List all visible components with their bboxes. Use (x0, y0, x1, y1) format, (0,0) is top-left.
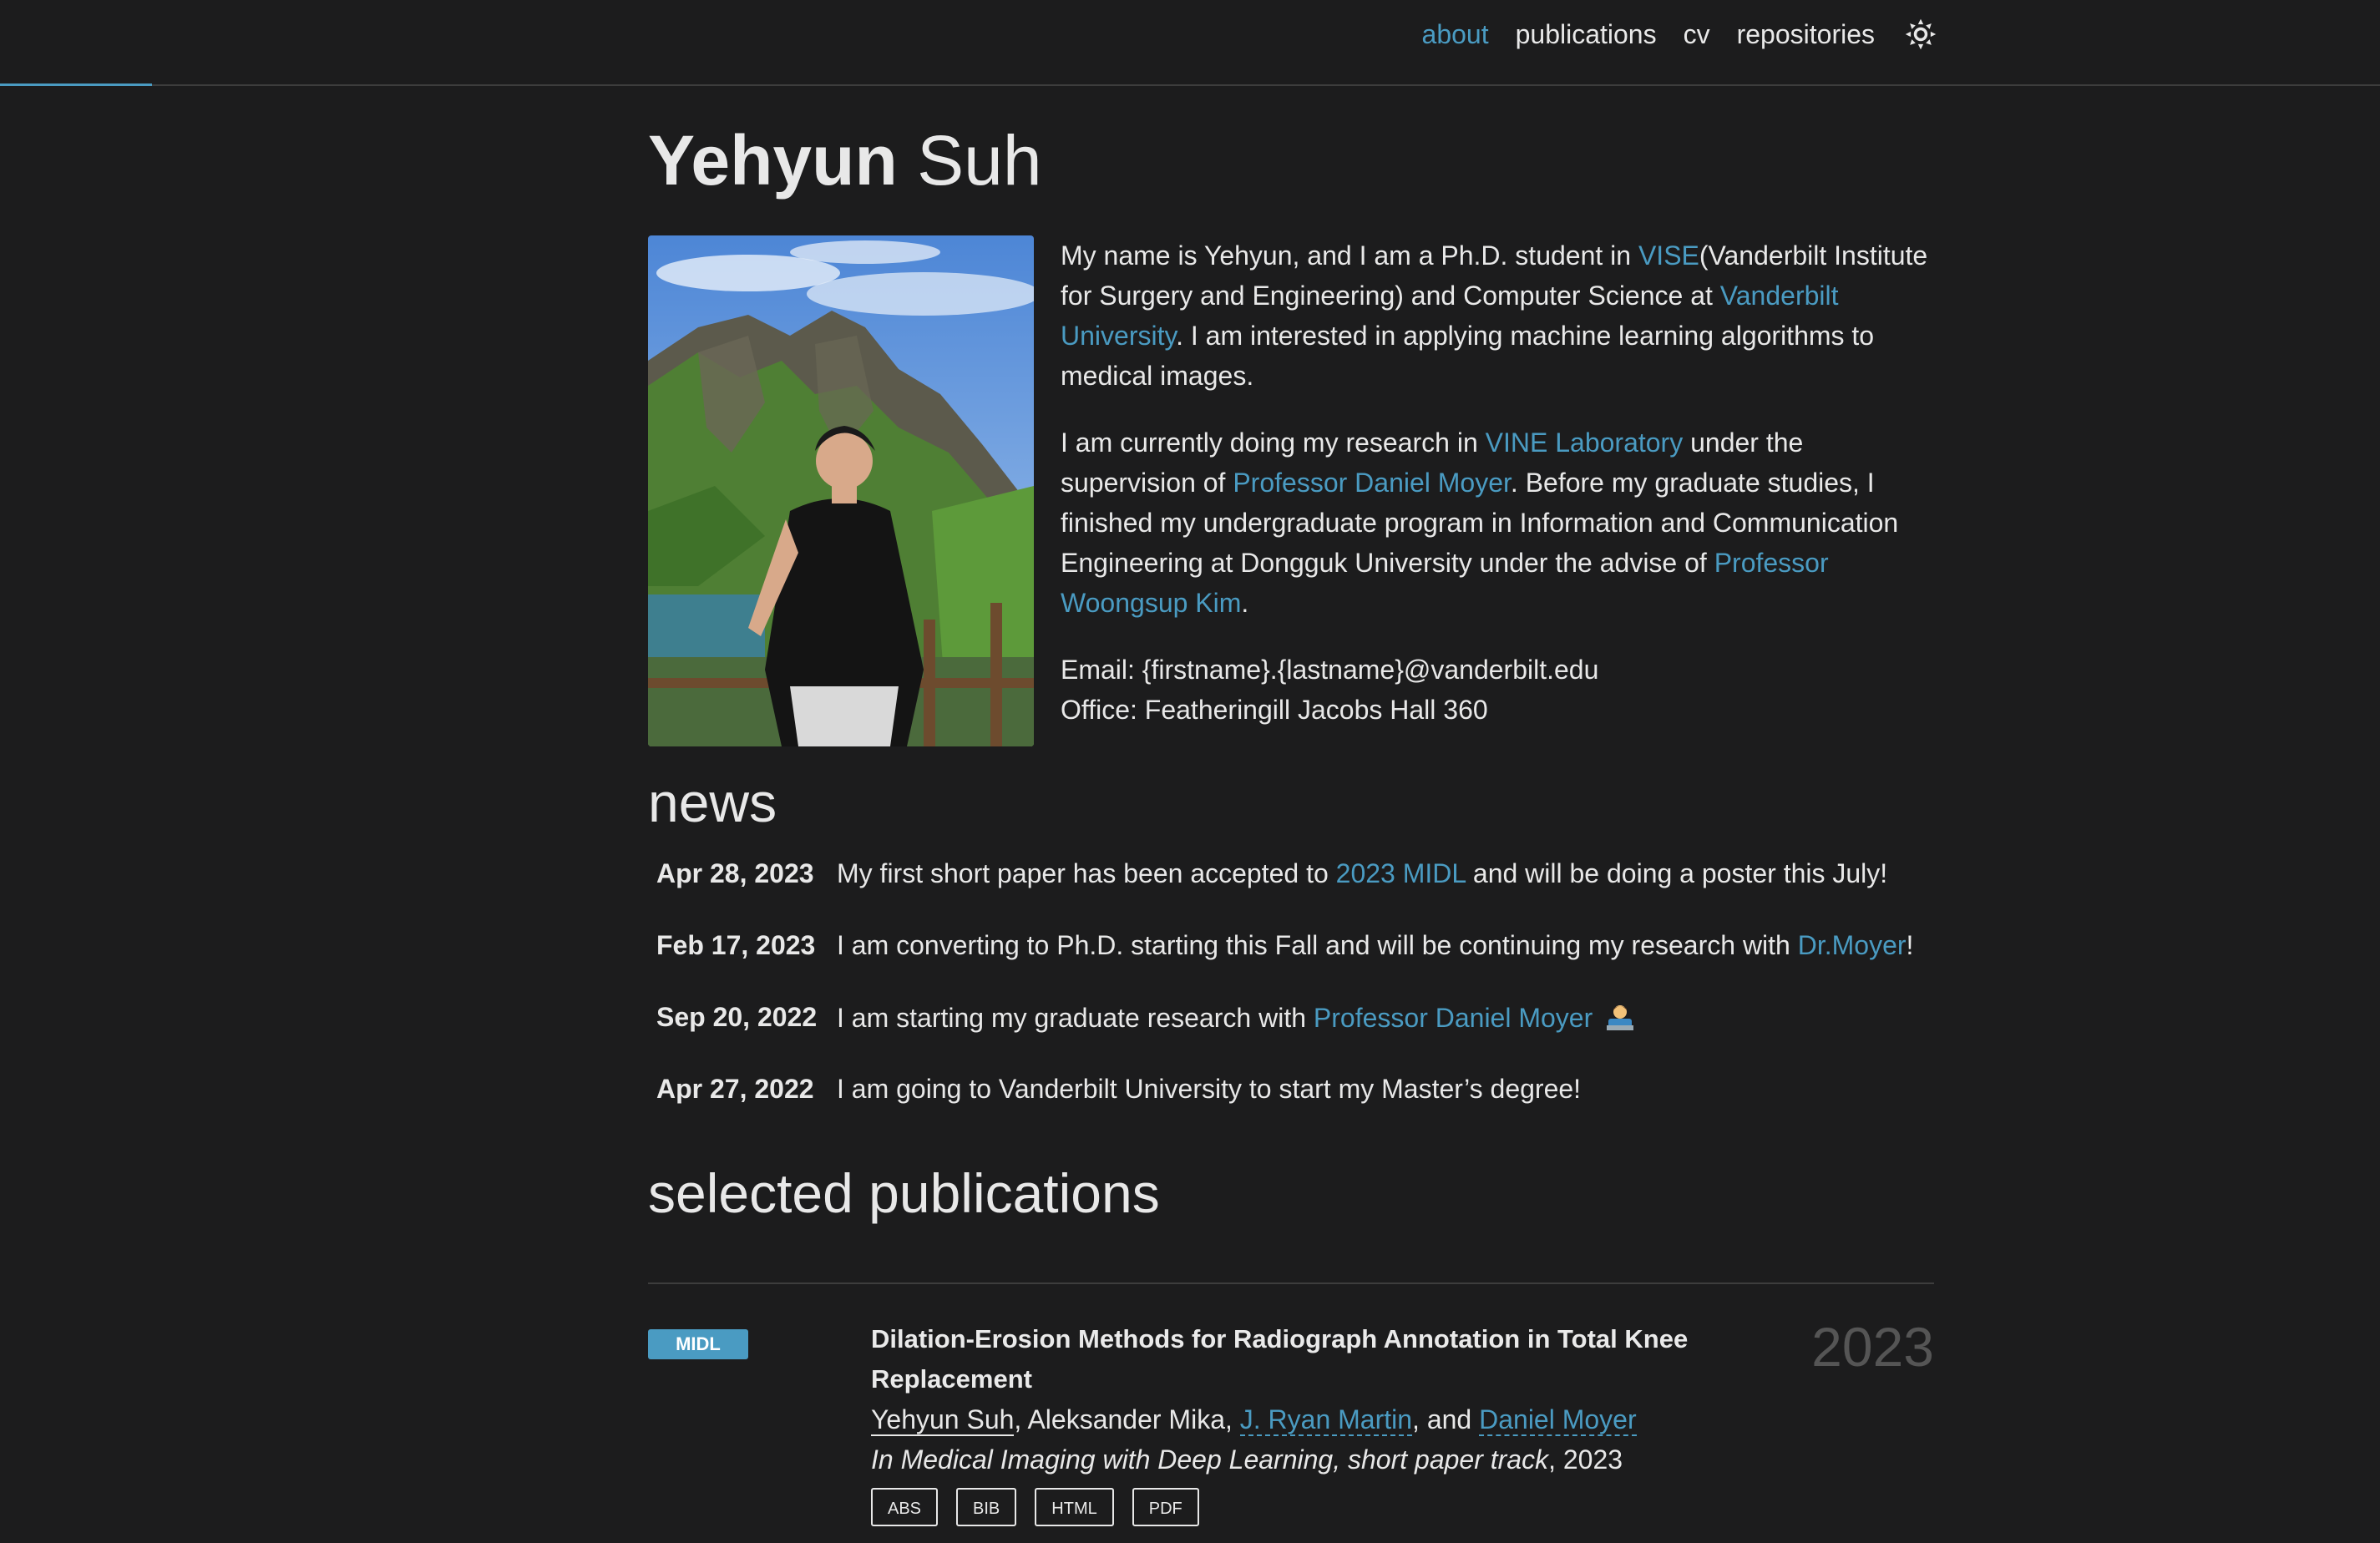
profile-photo (648, 235, 1034, 746)
nav-item-about[interactable]: about (1422, 19, 1489, 50)
news-heading: news (648, 772, 777, 833)
news-item: Sep 20, 2022 I am starting my graduate r… (648, 1002, 1934, 1074)
link-prof-moyer[interactable]: Professor Daniel Moyer (1233, 468, 1511, 498)
venue-badge[interactable]: MIDL (648, 1329, 748, 1359)
authors-text: , and (1412, 1404, 1480, 1434)
bib-button[interactable]: BIB (956, 1488, 1017, 1526)
abs-button[interactable]: ABS (871, 1488, 939, 1526)
sun-icon[interactable] (1905, 18, 1937, 50)
link-author-moyer[interactable]: Daniel Moyer (1479, 1404, 1637, 1436)
news-date: Apr 28, 2023 (656, 858, 814, 888)
navbar: about publications cv repositories (0, 0, 2380, 86)
pdf-button[interactable]: PDF (1132, 1488, 1199, 1526)
bio-paragraph-1: My name is Yehyun, and I am a Ph.D. stud… (1061, 235, 1934, 396)
office-text: Office: Featheringill Jacobs Hall 360 (1061, 695, 1488, 725)
news-text-part: and will be doing a poster this July! (1466, 858, 1888, 888)
publication-buttons: ABS BIB HTML PDF (871, 1488, 1706, 1526)
venue-year: , 2023 (1548, 1444, 1623, 1475)
venue-name: In Medical Imaging with Deep Learning, s… (871, 1444, 1549, 1475)
publication-title: Dilation-Erosion Methods for Radiograph … (871, 1324, 1689, 1394)
news-date: Sep 20, 2022 (656, 1002, 818, 1032)
contact-info: Email: {firstname}.{lastname}@vanderbilt… (1061, 650, 1934, 730)
news-date: Feb 17, 2023 (656, 930, 816, 960)
technologist-emoji-icon (1607, 1005, 1634, 1030)
link-vine-lab[interactable]: VINE Laboratory (1486, 427, 1684, 458)
link-author-martin[interactable]: J. Ryan Martin (1239, 1404, 1413, 1436)
bio-text: I am currently doing my research in (1061, 427, 1486, 458)
link-vise[interactable]: VISE (1638, 240, 1699, 271)
authors-text: , Aleksander Mika, (1014, 1404, 1240, 1434)
nav-item-publications[interactable]: publications (1516, 19, 1657, 50)
nav-item-cv[interactable]: cv (1684, 19, 1710, 50)
publication-year: 2023 (1811, 1316, 1934, 1378)
publications-heading: selected publications (648, 1162, 1160, 1224)
nav-links: about publications cv repositories (1422, 18, 1937, 50)
publication-authors: Yehyun Suh, Aleksander Mika, J. Ryan Mar… (871, 1399, 1706, 1439)
divider (648, 1282, 1934, 1284)
page-title: Yehyun Suh (648, 125, 1934, 195)
html-button[interactable]: HTML (1035, 1488, 1114, 1526)
bio-text: My name is Yehyun, and I am a Ph.D. stud… (1061, 240, 1638, 271)
publication-body: Dilation-Erosion Methods for Radiograph … (871, 1319, 1706, 1526)
main-content: Yehyun Suh My name is Yehyun, and I am a… (648, 125, 1934, 1526)
news-date: Apr 27, 2022 (656, 1074, 814, 1104)
bio-paragraph-2: I am currently doing my research in VINE… (1061, 422, 1934, 623)
news-text: I am converting to Ph.D. starting this F… (837, 930, 1934, 961)
news-text: I am starting my graduate research with … (837, 1002, 1934, 1034)
page-title-first: Yehyun (648, 121, 898, 200)
news-item: Apr 27, 2022 I am going to Vanderbilt Un… (648, 1074, 1934, 1146)
news-text-part: My first short paper has been accepted t… (837, 858, 1336, 888)
link-dr-moyer[interactable]: Dr.Moyer (1798, 930, 1907, 960)
author-self: Yehyun Suh (871, 1404, 1015, 1436)
bio: My name is Yehyun, and I am a Ph.D. stud… (1061, 235, 1934, 756)
nav-item-repositories[interactable]: repositories (1737, 19, 1875, 50)
bio-text: . I am interested in applying machine le… (1061, 321, 1875, 391)
news-item: Apr 28, 2023 My first short paper has be… (648, 858, 1934, 930)
news-list: Apr 28, 2023 My first short paper has be… (648, 858, 1934, 1146)
news-text-part: ! (1906, 930, 1914, 960)
bio-text: . (1241, 588, 1249, 618)
scroll-progress-bar (0, 83, 152, 86)
link-midl[interactable]: 2023 MIDL (1336, 858, 1466, 888)
news-text-part: I am starting my graduate research with (837, 1003, 1314, 1033)
news-text-part: I am converting to Ph.D. starting this F… (837, 930, 1798, 960)
publication-venue: In Medical Imaging with Deep Learning, s… (871, 1439, 1706, 1480)
email-text: Email: {firstname}.{lastname}@vanderbilt… (1061, 655, 1599, 685)
page-title-last: Suh (917, 121, 1042, 200)
news-text: My first short paper has been accepted t… (837, 858, 1934, 889)
news-text-part: I am going to Vanderbilt University to s… (837, 1074, 1582, 1104)
news-text: I am going to Vanderbilt University to s… (837, 1074, 1934, 1105)
link-prof-moyer-news[interactable]: Professor Daniel Moyer (1314, 1003, 1593, 1033)
news-item: Feb 17, 2023 I am converting to Ph.D. st… (648, 930, 1934, 1002)
